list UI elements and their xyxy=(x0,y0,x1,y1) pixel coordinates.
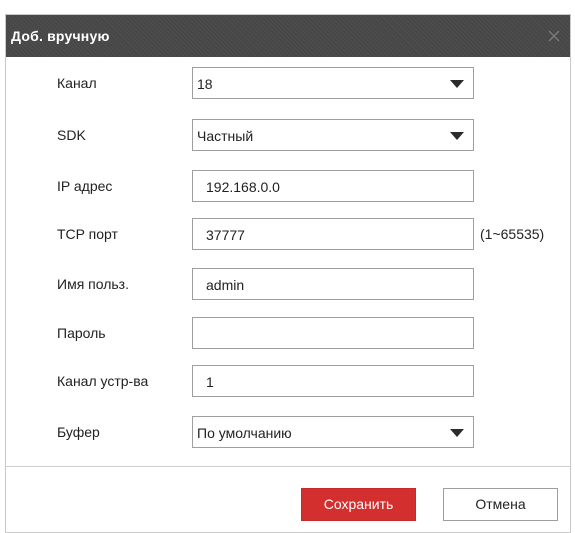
chevron-down-icon xyxy=(450,80,464,88)
tcp-port-range-hint: (1~65535) xyxy=(480,226,545,242)
channel-select[interactable]: 18 xyxy=(192,67,474,99)
chevron-down-icon xyxy=(450,429,464,437)
password-label: Пароль xyxy=(57,325,106,341)
tcp-port-row: TCP порт 37777 (1~65535) xyxy=(6,218,570,250)
close-icon[interactable] xyxy=(544,26,564,46)
buffer-value: По умолчанию xyxy=(197,425,292,441)
username-value: admin xyxy=(206,277,245,293)
password-input[interactable] xyxy=(192,317,474,349)
username-input[interactable]: admin xyxy=(192,268,474,300)
sdk-label: SDK xyxy=(57,127,86,143)
footer-divider xyxy=(6,466,570,467)
dialog-title: Доб. вручную xyxy=(11,28,110,44)
ip-row: IP адрес 192.168.0.0 xyxy=(6,170,570,202)
sdk-select[interactable]: Частный xyxy=(192,119,474,151)
device-channel-row: Канал устр-ва 1 xyxy=(6,365,570,397)
channel-row: Канал 18 xyxy=(6,67,570,99)
sdk-row: SDK Частный xyxy=(6,119,570,151)
device-channel-value: 1 xyxy=(206,374,214,390)
buffer-label: Буфер xyxy=(57,424,100,440)
ip-label: IP адрес xyxy=(57,178,113,194)
channel-value: 18 xyxy=(197,76,213,92)
username-row: Имя польз. admin xyxy=(6,268,570,300)
ip-input[interactable]: 192.168.0.0 xyxy=(192,170,474,202)
sdk-value: Частный xyxy=(197,128,254,144)
device-channel-label: Канал устр-ва xyxy=(57,373,149,389)
save-button[interactable]: Сохранить xyxy=(301,488,416,521)
tcp-port-input[interactable]: 37777 xyxy=(192,218,474,250)
channel-label: Канал xyxy=(57,75,97,91)
tcp-port-value: 37777 xyxy=(206,227,245,243)
ip-value: 192.168.0.0 xyxy=(206,179,280,195)
buffer-row: Буфер По умолчанию xyxy=(6,416,570,448)
cancel-button[interactable]: Отмена xyxy=(443,488,558,521)
chevron-down-icon xyxy=(450,132,464,140)
dialog-titlebar: Доб. вручную xyxy=(6,15,570,57)
device-channel-input[interactable]: 1 xyxy=(192,365,474,397)
buffer-select[interactable]: По умолчанию xyxy=(192,416,474,448)
add-manually-dialog: Доб. вручную Канал 18 SDK Частный IP адр… xyxy=(5,14,571,533)
username-label: Имя польз. xyxy=(57,276,129,292)
tcp-port-label: TCP порт xyxy=(57,226,118,242)
password-row: Пароль xyxy=(6,317,570,349)
